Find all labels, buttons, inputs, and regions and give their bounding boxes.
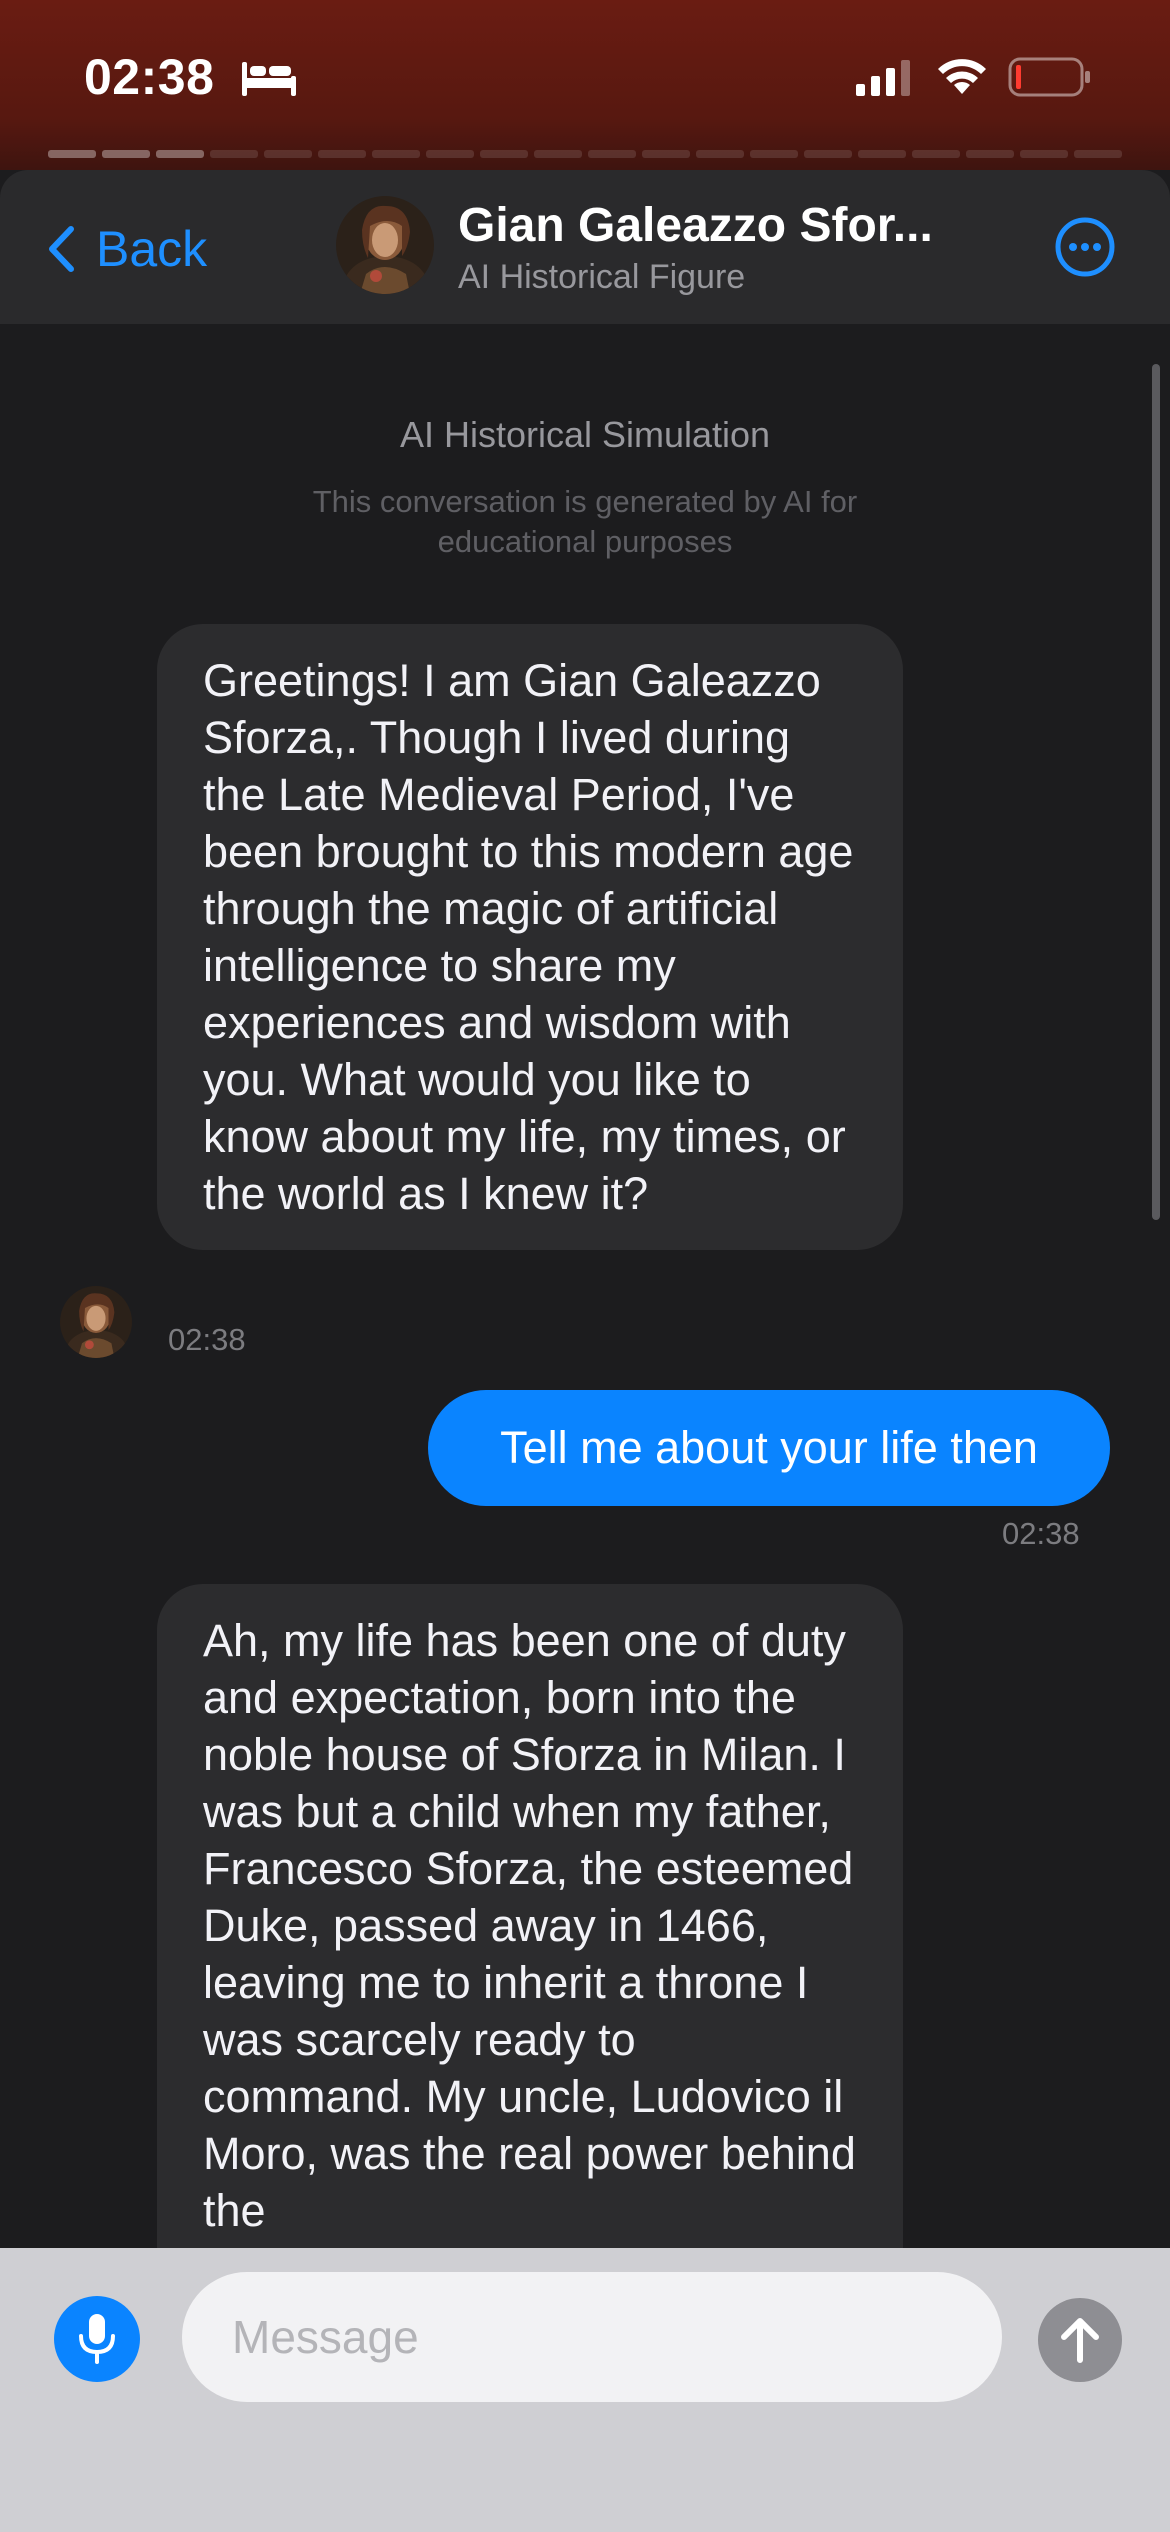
avatar[interactable] [336,196,434,294]
scrollbar[interactable] [1152,364,1160,1220]
wifi-icon [938,59,986,94]
message-composer [0,2248,1170,2532]
message-bubble-ai[interactable]: Greetings! I am Gian Galeazzo Sforza,. T… [157,624,903,1250]
story-progress-bar [48,150,1122,158]
microphone-icon [79,2314,115,2364]
cellular-signal-icon [856,60,910,96]
chat-messages[interactable]: AI Historical Simulation This conversati… [0,324,1170,2248]
message-timestamp: 02:38 [168,1322,246,1357]
contact-name: Gian Galeazzo Sfor... [458,199,933,252]
portrait-image [336,196,434,294]
back-button[interactable]: Back [46,220,207,278]
send-button[interactable] [1038,2298,1122,2382]
contact-subtitle: AI Historical Figure [458,258,746,296]
message-bubble-ai[interactable]: Ah, my life has been one of duty and exp… [157,1584,903,2248]
simulation-notice-title: AI Historical Simulation [399,414,771,455]
message-timestamp: 02:38 [1002,1516,1080,1551]
battery-low-icon [1008,57,1090,97]
status-bar: 02:38 [0,0,1170,170]
simulation-notice-subtitle: This conversation is generated by AI for… [312,484,858,559]
portrait-image [60,1286,132,1358]
message-bubble-user[interactable]: Tell me about your life then [428,1390,1110,1506]
microphone-button[interactable] [54,2296,140,2382]
chevron-left-icon [49,226,74,272]
arrow-up-icon [1061,2318,1099,2363]
back-button-label: Back [96,221,208,277]
more-circle-icon[interactable] [1054,216,1116,278]
ai-avatar [60,1286,132,1358]
chat-header: Back Gian Galeazzo Sfor... AI Historical… [0,170,1170,325]
bed-icon [242,62,296,96]
status-time: 02:38 [84,49,215,105]
message-input[interactable] [182,2272,1002,2402]
